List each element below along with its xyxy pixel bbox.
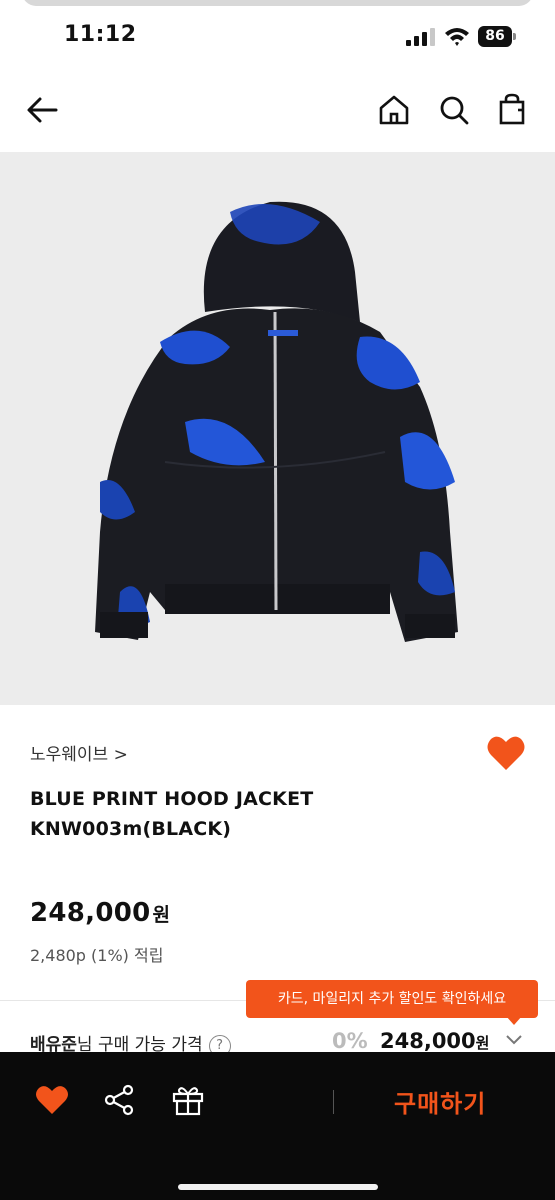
- battery-icon: 86: [478, 26, 516, 47]
- brand-link[interactable]: 노우웨이브 >: [30, 740, 128, 765]
- member-name: 배유준: [30, 1035, 77, 1052]
- member-price-row[interactable]: 배유준님 구매 가능 가격? 0% 248,000원: [0, 1028, 555, 1052]
- gift-icon[interactable]: [170, 1082, 206, 1118]
- share-icon[interactable]: [102, 1082, 138, 1118]
- home-icon[interactable]: [374, 90, 414, 130]
- hood-jacket-illustration: [0, 152, 555, 705]
- member-discount-percent: 0%: [332, 1029, 368, 1052]
- wishlist-heart-icon[interactable]: [34, 1082, 70, 1118]
- status-time: 11:12: [64, 22, 137, 47]
- chevron-down-icon[interactable]: [504, 1032, 524, 1046]
- top-nav: [0, 70, 555, 152]
- cellular-signal-icon: [406, 28, 435, 46]
- product-name: BLUE PRINT HOOD JACKET KNW003m(BLACK): [30, 784, 450, 844]
- back-arrow-icon[interactable]: [22, 90, 62, 130]
- member-price-amount: 248,000: [380, 1029, 476, 1052]
- price-value: 248,000: [30, 898, 151, 928]
- points-info: 2,480p (1%) 적립: [30, 946, 164, 965]
- discount-tooltip[interactable]: 카드, 마일리지 추가 할인도 확인하세요: [246, 980, 538, 1018]
- bottom-action-bar: 구매하기: [0, 1052, 555, 1200]
- member-price-label: 배유준님 구매 가능 가격?: [30, 1030, 231, 1052]
- buy-button[interactable]: 구매하기: [394, 1084, 486, 1119]
- product-price: 248,000 원: [30, 898, 170, 928]
- help-icon[interactable]: ?: [208, 1035, 231, 1052]
- shopping-bag-icon[interactable]: [492, 90, 532, 130]
- product-name-line2: KNW003m(BLACK): [30, 818, 232, 840]
- status-bar: 11:12 86: [0, 0, 555, 70]
- previous-sheet-edge: [22, 0, 533, 6]
- member-price-value: 248,000원: [380, 1029, 489, 1052]
- separator: [333, 1090, 334, 1114]
- heart-icon[interactable]: [486, 734, 526, 772]
- home-indicator[interactable]: [178, 1184, 378, 1190]
- product-image[interactable]: [0, 152, 555, 705]
- product-name-line1: BLUE PRINT HOOD JACKET: [30, 788, 314, 810]
- price-unit: 원: [152, 904, 171, 926]
- tooltip-arrow: [506, 1016, 522, 1025]
- member-price-text: 님 구매 가능 가격: [76, 1035, 203, 1052]
- search-icon[interactable]: [434, 90, 474, 130]
- battery-level: 86: [478, 26, 512, 47]
- member-price-unit: 원: [475, 1034, 490, 1052]
- wifi-icon: [445, 28, 469, 46]
